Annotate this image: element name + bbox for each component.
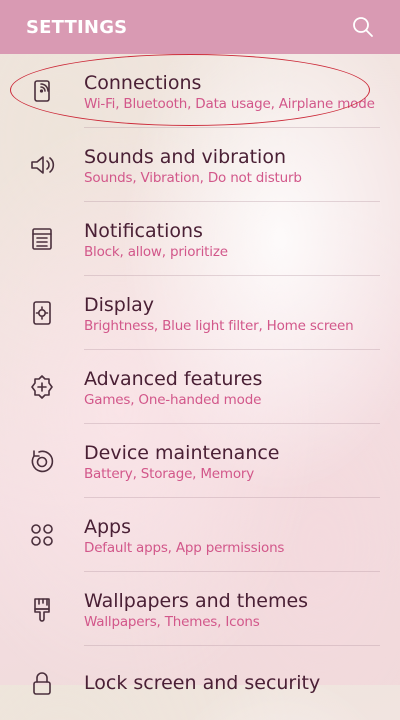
- item-subtitle: Default apps, App permissions: [84, 539, 285, 556]
- paintbrush-icon: [0, 595, 84, 623]
- item-title: Connections: [84, 71, 202, 94]
- device-maintenance-icon: [0, 447, 84, 475]
- item-subtitle: Games, One-handed mode: [84, 391, 262, 408]
- item-subtitle: Battery, Storage, Memory: [84, 465, 255, 482]
- item-title: Sounds and vibration: [84, 145, 286, 168]
- item-subtitle: Block, allow, prioritize: [84, 243, 228, 260]
- item-subtitle: Brightness, Blue light filter, Home scre…: [84, 317, 354, 334]
- settings-item-wallpapers-themes[interactable]: Wallpapers and themes Wallpapers, Themes…: [0, 572, 400, 646]
- page-title: SETTINGS: [26, 16, 128, 38]
- settings-item-notifications[interactable]: Notifications Block, allow, prioritize: [0, 202, 400, 276]
- settings-item-connections[interactable]: Connections Wi-Fi, Bluetooth, Data usage…: [0, 54, 400, 128]
- settings-item-device-maintenance[interactable]: Device maintenance Battery, Storage, Mem…: [0, 424, 400, 498]
- settings-item-advanced-features[interactable]: Advanced features Games, One-handed mode: [0, 350, 400, 424]
- search-icon: [353, 17, 373, 37]
- advanced-features-icon: [0, 373, 84, 401]
- settings-item-sounds[interactable]: Sounds and vibration Sounds, Vibration, …: [0, 128, 400, 202]
- search-button[interactable]: [350, 14, 376, 40]
- settings-screen: SETTINGS Connections Wi-Fi, Bluetooth, D…: [0, 0, 400, 695]
- item-title: Lock screen and security: [84, 672, 321, 694]
- lock-icon: [0, 669, 84, 697]
- app-header: SETTINGS: [0, 0, 400, 54]
- apps-icon: [0, 521, 84, 549]
- item-title: Apps: [84, 515, 132, 538]
- speaker-icon: [0, 151, 84, 179]
- item-subtitle: Sounds, Vibration, Do not disturb: [84, 169, 302, 186]
- settings-list: Connections Wi-Fi, Bluetooth, Data usage…: [0, 54, 400, 720]
- display-icon: [0, 299, 84, 327]
- item-title: Wallpapers and themes: [84, 589, 309, 612]
- item-title: Display: [84, 293, 155, 316]
- item-subtitle: Wallpapers, Themes, Icons: [84, 613, 260, 630]
- item-title: Notifications: [84, 219, 203, 242]
- item-title: Device maintenance: [84, 441, 280, 464]
- settings-item-display[interactable]: Display Brightness, Blue light filter, H…: [0, 276, 400, 350]
- notifications-icon: [0, 225, 84, 253]
- connections-icon: [0, 77, 84, 105]
- settings-item-apps[interactable]: Apps Default apps, App permissions: [0, 498, 400, 572]
- settings-item-lock-screen[interactable]: Lock screen and security: [0, 646, 400, 720]
- item-title: Advanced features: [84, 367, 263, 390]
- item-subtitle: Wi-Fi, Bluetooth, Data usage, Airplane m…: [84, 95, 375, 112]
